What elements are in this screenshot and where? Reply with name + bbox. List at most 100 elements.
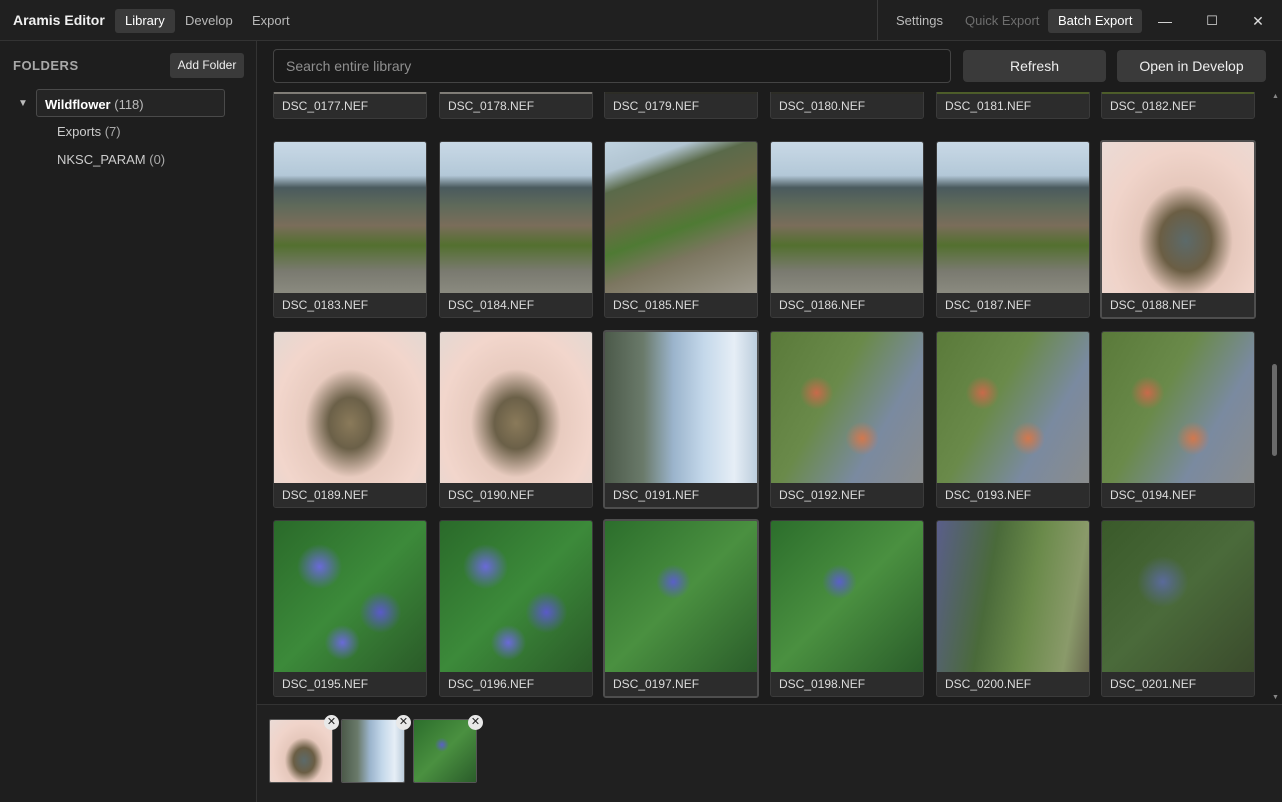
thumbnail[interactable]: DSC_0196.NEF (439, 520, 593, 697)
expand-arrow-icon[interactable]: ▼ (18, 98, 28, 109)
folder-count: (118) (114, 97, 144, 112)
remove-icon[interactable]: ✕ (324, 715, 339, 730)
filmstrip-item[interactable] (413, 719, 477, 783)
thumbnail-filename: DSC_0192.NEF (771, 483, 923, 507)
thumbnail-filename: DSC_0189.NEF (274, 483, 426, 507)
thumbnail-filename: DSC_0188.NEF (1102, 293, 1254, 317)
thumbnail-filename: DSC_0186.NEF (771, 293, 923, 317)
refresh-thumbnails-button[interactable]: Refresh thumbnails (963, 50, 1106, 106)
thumbnail[interactable]: DSC_0183.NEF (273, 141, 427, 318)
thumbnail-selected[interactable]: DSC_0191.NEF (603, 330, 759, 509)
title-bar: Aramis Editor Library Develop Export Set… (0, 0, 1282, 41)
thumbnail-image (440, 521, 592, 673)
thumbnail-selected[interactable]: DSC_0188.NEF (1100, 140, 1256, 319)
folder-name: Exports (57, 124, 102, 139)
thumbnail[interactable]: DSC_0177.NEF (273, 92, 427, 119)
thumbnail[interactable]: DSC_0189.NEF (273, 331, 427, 508)
filmstrip-image (342, 720, 404, 782)
app-title: Aramis Editor (13, 12, 105, 28)
selection-filmstrip (257, 704, 1282, 802)
thumbnail-filename: DSC_0181.NEF (937, 94, 1089, 118)
thumbnail-image (274, 521, 426, 673)
thumbnail-image (771, 332, 923, 484)
thumbnail-filename: DSC_0193.NEF (937, 483, 1089, 507)
search-input[interactable] (273, 49, 951, 83)
thumbnail-filename: DSC_0182.NEF (1102, 94, 1254, 118)
thumbnail-image (605, 521, 757, 673)
thumbnail[interactable]: DSC_0190.NEF (439, 331, 593, 508)
folder-name: Wildflower (45, 97, 111, 112)
thumbnail-filename: DSC_0196.NEF (440, 672, 592, 696)
thumbnail-filename: DSC_0179.NEF (605, 94, 757, 118)
thumbnail-image (274, 332, 426, 484)
add-folder-button[interactable]: Add Folder (170, 53, 244, 78)
thumbnail-image (440, 332, 592, 484)
tab-export[interactable]: Export (242, 9, 300, 33)
thumbnail-image (1102, 142, 1254, 294)
filmstrip-image (414, 720, 476, 782)
thumbnail-image (605, 142, 757, 294)
thumbnail[interactable]: DSC_0178.NEF (439, 92, 593, 119)
thumbnail-filename: DSC_0183.NEF (274, 293, 426, 317)
close-icon[interactable]: ✕ (1245, 8, 1271, 34)
thumbnail-filename: DSC_0198.NEF (771, 672, 923, 696)
thumbnail-filename: DSC_0190.NEF (440, 483, 592, 507)
thumbnail-filename: DSC_0195.NEF (274, 672, 426, 696)
thumbnail[interactable]: DSC_0184.NEF (439, 141, 593, 318)
thumbnail-image (440, 142, 592, 294)
thumbnail-filename: DSC_0178.NEF (440, 94, 592, 118)
tab-develop[interactable]: Develop (175, 9, 243, 33)
thumbnail[interactable]: DSC_0201.NEF (1101, 520, 1255, 697)
thumbnail-image (1102, 521, 1254, 673)
thumbnail[interactable]: DSC_0186.NEF (770, 141, 924, 318)
batch-export-button[interactable]: Batch Export (1048, 9, 1143, 33)
thumbnail-image (605, 332, 757, 484)
folder-name: NKSC_PARAM (57, 152, 146, 167)
folder-item-nksc-param[interactable]: NKSC_PARAM (0) (57, 152, 165, 167)
thumbnail[interactable]: DSC_0194.NEF (1101, 331, 1255, 508)
remove-icon[interactable]: ✕ (468, 715, 483, 730)
thumbnail-image (937, 521, 1089, 673)
folders-heading: FOLDERS (13, 58, 79, 73)
minimize-icon[interactable]: — (1152, 8, 1178, 34)
thumbnail[interactable]: DSC_0185.NEF (604, 141, 758, 318)
thumbnail-filename: DSC_0187.NEF (937, 293, 1089, 317)
thumbnail[interactable]: DSC_0200.NEF (936, 520, 1090, 697)
thumbnail-image (937, 142, 1089, 294)
thumbnail[interactable]: DSC_0179.NEF (604, 92, 758, 119)
thumbnail[interactable]: DSC_0180.NEF (770, 92, 924, 119)
folder-item-wildflower[interactable]: Wildflower (118) (36, 89, 225, 117)
titlebar-divider (877, 0, 878, 40)
scroll-up-icon[interactable]: ▲ (1272, 93, 1279, 100)
settings-button[interactable]: Settings (886, 9, 953, 33)
thumbnail-selected[interactable]: DSC_0197.NEF (603, 519, 759, 698)
tab-library[interactable]: Library (115, 9, 175, 33)
open-in-develop-button[interactable]: Open in Develop (3) (1117, 50, 1266, 106)
thumbnail[interactable]: DSC_0182.NEF (1101, 92, 1255, 119)
thumbnail-filename: DSC_0184.NEF (440, 293, 592, 317)
remove-icon[interactable]: ✕ (396, 715, 411, 730)
thumbnail-filename: DSC_0200.NEF (937, 672, 1089, 696)
thumbnail-filename: DSC_0197.NEF (605, 672, 757, 696)
thumbnail[interactable]: DSC_0187.NEF (936, 141, 1090, 318)
filmstrip-image (270, 720, 332, 782)
folder-count: (0) (149, 152, 166, 167)
thumbnail[interactable]: DSC_0192.NEF (770, 331, 924, 508)
thumbnail[interactable]: DSC_0195.NEF (273, 520, 427, 697)
thumbnail-filename: DSC_0191.NEF (605, 483, 757, 507)
folder-item-exports[interactable]: Exports (7) (57, 124, 121, 139)
thumbnail[interactable]: DSC_0181.NEF (936, 92, 1090, 119)
maximize-icon[interactable]: ☐ (1199, 8, 1225, 34)
scroll-down-icon[interactable]: ▼ (1272, 694, 1279, 701)
thumbnail[interactable]: DSC_0193.NEF (936, 331, 1090, 508)
filmstrip-item[interactable] (341, 719, 405, 783)
thumbnail-image (274, 142, 426, 294)
thumbnail-filename: DSC_0201.NEF (1102, 672, 1254, 696)
thumbnail[interactable]: DSC_0198.NEF (770, 520, 924, 697)
scrollbar-thumb[interactable] (1272, 364, 1277, 456)
quick-export-button[interactable]: Quick Export (955, 9, 1049, 33)
thumbnail-filename: DSC_0177.NEF (274, 94, 426, 118)
filmstrip-item[interactable] (269, 719, 333, 783)
thumbnail-filename: DSC_0194.NEF (1102, 483, 1254, 507)
thumbnail-filename: DSC_0185.NEF (605, 293, 757, 317)
